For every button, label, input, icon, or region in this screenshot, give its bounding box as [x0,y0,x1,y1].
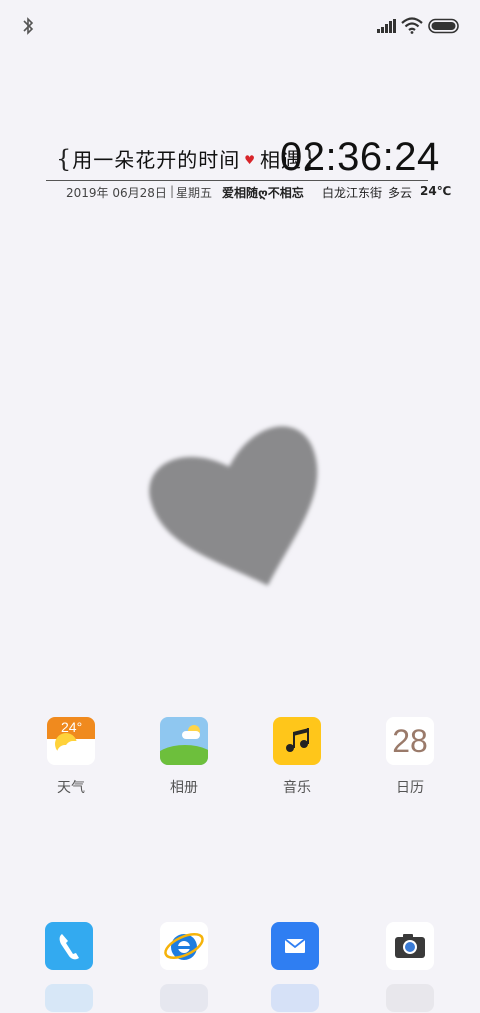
dock-reflection [160,984,208,1012]
app-music[interactable]: 音乐 [257,717,337,797]
app-label: 日历 [396,780,424,796]
battery-icon [428,18,459,34]
app-calendar[interactable]: 28 日历 [370,717,450,797]
gallery-icon [160,717,208,765]
dock-reflection [271,984,319,1012]
dock-camera[interactable] [386,922,434,970]
temperature-text: 24℃ [420,184,452,198]
app-label: 相册 [170,780,198,796]
app-label: 音乐 [283,780,311,796]
dock-phone[interactable] [45,922,93,970]
phone-icon [59,934,79,960]
camera-icon [395,934,425,958]
dock-reflection [45,984,93,1012]
slogan: {用一朵花开的时间 ♥ 相遇} [56,144,318,173]
status-bar [0,0,480,50]
motto-text: 爱相随ღ不相忘 [222,186,304,200]
dock-browser[interactable] [160,922,208,970]
weather-text: 多云 [388,186,413,200]
dock-reflection [386,984,434,1012]
slogan-open-brace: { [56,145,73,173]
calendar-icon: 28 [386,717,434,765]
signal-icon [377,19,396,33]
heart-wallpaper-image [149,426,318,586]
date-text: 2019年 06月28日 [66,186,167,200]
weather-icon-temp: 24° [61,719,83,735]
app-weather[interactable]: 24° 天气 [31,717,111,797]
info-row: 2019年 06月28日 | 星期五 爱相随ღ不相忘 白龙江东街 多云 24℃ [46,184,451,204]
slogan-text-a: 用一朵花开的时间 [72,148,241,172]
weather-icon: 24° [47,717,95,765]
calendar-icon-day: 28 [392,723,428,759]
browser-icon [164,933,204,960]
clock-time: 02:36:24 [280,135,440,179]
heart-icon: ♥ [244,153,257,167]
music-icon [273,717,321,765]
app-gallery[interactable]: 相册 [144,717,224,797]
separator: | [170,184,175,198]
weekday-text: 星期五 [176,186,213,200]
app-label: 天气 [57,780,85,796]
bluetooth-icon [23,17,34,35]
location-text: 白龙江东街 [322,186,383,200]
divider [46,180,428,181]
mail-icon [284,938,306,953]
wifi-icon [401,17,423,34]
dock-mail[interactable] [271,922,319,970]
clock-widget[interactable]: {用一朵花开的时间 ♥ 相遇} 02:36:24 2019年 06月28日 | 星期… [46,135,451,208]
